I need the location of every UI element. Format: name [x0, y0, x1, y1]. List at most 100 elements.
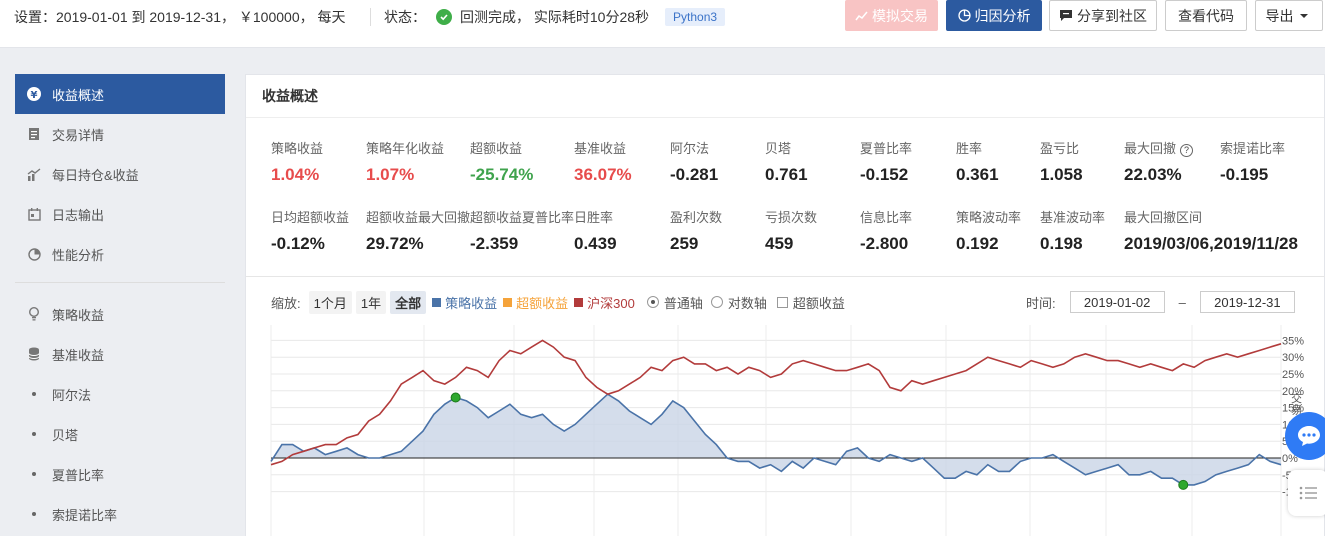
sidebar-item-sortino[interactable]: 索提诺比率: [15, 494, 225, 534]
bullet-icon: [32, 472, 36, 476]
metric-value: 2019/03/06,2019/11/28: [1124, 234, 1298, 253]
metric-loss-count: 亏损次数 459: [765, 207, 817, 254]
metric-max-drawdown-period: 最大回撤区间 2019/03/06,2019/11/28: [1124, 207, 1298, 254]
backtest-status: 状态： 回测完成， 实际耗时10分28秒 Python3: [384, 0, 726, 34]
metric-win-rate: 胜率 0.361: [956, 138, 999, 185]
sidebar-item-daily-positions[interactable]: 每日持仓&收益: [15, 154, 225, 194]
metric-label: 亏损次数: [765, 210, 818, 225]
metric-label: 最大回撤区间: [1124, 210, 1203, 225]
divider: [370, 8, 371, 26]
metric-value: 1.058: [1040, 165, 1083, 184]
sidebar-item-label: 性能分析: [52, 247, 105, 263]
panel-title: 收益概述: [246, 75, 1324, 118]
yen-icon: ¥: [27, 87, 41, 101]
legend-strategy-returns[interactable]: 策略收益: [432, 293, 497, 312]
metric-information-ratio: 信息比率 -2.800: [860, 207, 912, 254]
drawdown-marker: [450, 392, 461, 403]
database-icon: [27, 347, 41, 361]
sidebar-item-label: 每日持仓&收益: [52, 167, 139, 183]
metric-label: 策略年化收益: [366, 141, 445, 156]
legend-csi300[interactable]: 沪深300: [574, 293, 635, 312]
list-menu-button[interactable]: [1288, 470, 1325, 516]
sidebar-item-trade-details[interactable]: 交易详情: [15, 114, 225, 154]
calendar-icon: [27, 207, 41, 221]
sidebar-item-alpha[interactable]: 阿尔法: [15, 374, 225, 414]
bullet-icon: [32, 512, 36, 516]
sidebar-item-label: 策略收益: [52, 307, 105, 323]
comment-icon: [1060, 10, 1072, 21]
attribution-analysis-label: 归因分析: [974, 7, 1031, 24]
sidebar-item-performance[interactable]: 性能分析: [15, 234, 225, 274]
log-axis-radio[interactable]: [710, 296, 723, 308]
legend-excess-returns[interactable]: 超额收益: [503, 293, 568, 312]
sidebar-item-log-output[interactable]: 日志输出: [15, 194, 225, 234]
trend-icon: [855, 11, 868, 20]
metric-value: -0.12%: [271, 234, 325, 253]
drawdown-marker: [1178, 479, 1189, 490]
share-to-community-button[interactable]: 分享到社区: [1049, 0, 1157, 31]
list-icon: [1299, 486, 1317, 500]
excess-returns-checkbox[interactable]: [776, 296, 788, 308]
document-icon: [27, 127, 41, 141]
sidebar-item-sharpe[interactable]: 夏普比率: [15, 454, 225, 494]
metric-label: 超额收益: [470, 141, 523, 156]
metric-label: 策略波动率: [956, 210, 1022, 225]
sidebar-item-label: 贝塔: [52, 427, 79, 443]
chat-button[interactable]: [1285, 412, 1325, 460]
export-dropdown-button[interactable]: 导出: [1255, 0, 1323, 31]
simulate-trading-button[interactable]: 模拟交易: [845, 0, 938, 31]
metric-excess-return: 超额收益 -25.74%: [470, 138, 533, 185]
zoom-all-button[interactable]: 全部: [390, 290, 427, 314]
section-divider: [246, 276, 1325, 277]
top-bar: 设置：2019-01-01 到 2019-12-31， ￥100000， 每天 …: [0, 0, 1325, 48]
time-range: 时间: –: [1026, 291, 1295, 313]
end-date-input[interactable]: [1199, 291, 1295, 313]
metric-label: 阿尔法: [670, 141, 710, 156]
zoom-1-year-button[interactable]: 1年: [355, 290, 387, 314]
returns-chart[interactable]: 35%30%25%20%15%10%5%0%-5%-10%: [246, 321, 1325, 536]
log-axis-label: 对数轴: [727, 295, 767, 311]
help-icon[interactable]: ?: [1180, 144, 1194, 157]
view-code-button[interactable]: 查看代码: [1165, 0, 1247, 31]
sidebar-item-benchmark-returns[interactable]: 基准收益: [15, 334, 225, 374]
metric-sharpe: 夏普比率 -0.152: [860, 138, 912, 185]
chart-controls: 缩放: 1个月 1年 全部 策略收益 超额收益 沪深300 普通轴 对数轴 超额…: [271, 290, 845, 314]
metric-daily-excess-return: 日均超额收益 -0.12%: [271, 207, 349, 254]
metric-annual-return: 策略年化收益 1.07%: [366, 138, 444, 185]
metric-label: 日胜率: [574, 210, 614, 225]
sidebar-item-returns-overview[interactable]: ¥ 收益概述: [15, 74, 225, 114]
metric-value: 0.439: [574, 234, 617, 253]
start-date-input[interactable]: [1069, 291, 1165, 313]
sidebar-item-label: 日志输出: [52, 207, 105, 223]
zoom-1-month-button[interactable]: 1个月: [308, 290, 352, 314]
normal-axis-radio[interactable]: [646, 296, 659, 308]
metric-value: 1.07%: [366, 165, 415, 184]
metric-value: -0.195: [1220, 165, 1269, 184]
sidebar-divider: [15, 282, 225, 283]
sidebar-item-label: 索提诺比率: [52, 507, 118, 523]
metric-value: 0.192: [956, 234, 999, 253]
backtest-settings: 设置：2019-01-01 到 2019-12-31， ￥100000， 每天: [14, 9, 346, 25]
metric-win-count: 盈利次数 259: [670, 207, 722, 254]
legend-swatch: [503, 297, 513, 307]
metric-value: -2.359: [470, 234, 519, 253]
metric-value: 29.72%: [366, 234, 424, 253]
metric-beta: 贝塔 0.761: [765, 138, 808, 185]
attribution-analysis-button[interactable]: 归因分析: [946, 0, 1042, 31]
date-separator: –: [1178, 294, 1186, 310]
metrics-grid: 策略收益 1.04% 策略年化收益 1.07% 超额收益 -25.74% 基准收…: [246, 118, 1324, 276]
simulate-trading-label: 模拟交易: [872, 7, 928, 24]
python-version-badge: Python3: [665, 8, 726, 26]
check-circle-icon: [436, 9, 452, 25]
sidebar-item-beta[interactable]: 贝塔: [15, 414, 225, 454]
y-tick-label: 30%: [1282, 352, 1304, 364]
metric-max-drawdown: 最大回撤? 22.03%: [1124, 138, 1194, 185]
metric-label: 胜率: [956, 141, 983, 156]
sidebar-item-strategy-returns[interactable]: 策略收益: [15, 294, 225, 334]
metric-strategy-return: 策略收益 1.04%: [271, 138, 323, 185]
share-label: 分享到社区: [1077, 7, 1147, 24]
sidebar-item-label: 交易详情: [52, 127, 105, 143]
metric-label: 盈亏比: [1040, 141, 1080, 156]
metric-value: 0.761: [765, 165, 808, 184]
metric-alpha: 阿尔法 -0.281: [670, 138, 718, 185]
